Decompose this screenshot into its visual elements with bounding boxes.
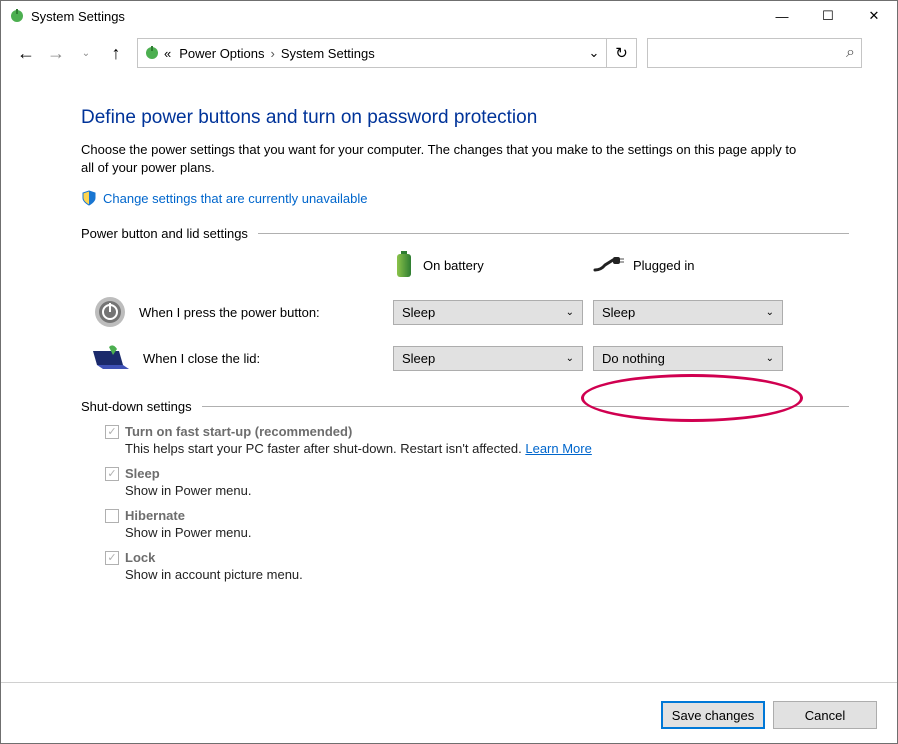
row-label-close-lid: When I close the lid: bbox=[143, 351, 260, 366]
label-hibernate: Hibernate bbox=[125, 508, 185, 523]
dropdown-close-lid-battery[interactable]: Sleep⌄ bbox=[393, 346, 583, 371]
desc-hibernate: Show in Power menu. bbox=[125, 525, 849, 540]
chevron-down-icon: ⌄ bbox=[566, 307, 574, 318]
section-power-button-title: Power button and lid settings bbox=[81, 226, 248, 241]
page-title: Define power buttons and turn on passwor… bbox=[81, 107, 849, 129]
learn-more-link[interactable]: Learn More bbox=[525, 441, 591, 456]
cancel-button[interactable]: Cancel bbox=[773, 701, 877, 729]
shield-icon bbox=[81, 190, 97, 206]
checkbox-fast-startup[interactable]: ✓ bbox=[105, 425, 119, 439]
battery-icon bbox=[393, 251, 415, 279]
dropdown-close-lid-plugged[interactable]: Do nothing⌄ bbox=[593, 346, 783, 371]
save-changes-button[interactable]: Save changes bbox=[661, 701, 765, 729]
dropdown-power-button-plugged[interactable]: Sleep⌄ bbox=[593, 300, 783, 325]
checkbox-lock[interactable]: ✓ bbox=[105, 551, 119, 565]
chevron-right-icon: › bbox=[269, 46, 277, 61]
chevron-down-icon: ⌄ bbox=[766, 353, 774, 364]
refresh-icon: ↻ bbox=[615, 44, 628, 62]
window-title: System Settings bbox=[31, 9, 125, 24]
breadcrumb-icon bbox=[144, 45, 160, 61]
desc-fast-startup: This helps start your PC faster after sh… bbox=[125, 441, 525, 456]
nav-forward-button[interactable]: → bbox=[41, 38, 71, 68]
checkbox-hibernate[interactable] bbox=[105, 509, 119, 523]
section-shutdown-title: Shut-down settings bbox=[81, 399, 192, 414]
chevron-down-icon: ⌄ bbox=[766, 307, 774, 318]
breadcrumb-item-power-options[interactable]: Power Options bbox=[175, 46, 268, 61]
refresh-button[interactable]: ↻ bbox=[607, 38, 637, 68]
label-lock: Lock bbox=[125, 550, 155, 565]
row-label-power-button: When I press the power button: bbox=[139, 305, 320, 320]
change-settings-link[interactable]: Change settings that are currently unava… bbox=[103, 191, 368, 206]
chevron-down-icon: ⌄ bbox=[566, 353, 574, 364]
close-lid-icon bbox=[93, 345, 131, 371]
power-button-icon bbox=[93, 295, 127, 329]
intro-text: Choose the power settings that you want … bbox=[81, 141, 801, 176]
nav-up-button[interactable]: ↑ bbox=[101, 38, 131, 68]
search-icon[interactable]: ⌕ bbox=[846, 44, 855, 62]
breadcrumb-item-system-settings[interactable]: System Settings bbox=[277, 46, 379, 61]
col-header-battery: On battery bbox=[423, 258, 484, 273]
nav-back-button[interactable]: ← bbox=[11, 38, 41, 68]
label-sleep: Sleep bbox=[125, 466, 160, 481]
minimize-button[interactable]: — bbox=[759, 1, 805, 31]
label-fast-startup: Turn on fast start-up (recommended) bbox=[125, 424, 352, 439]
search-input[interactable] bbox=[654, 45, 846, 62]
desc-sleep: Show in Power menu. bbox=[125, 483, 849, 498]
breadcrumb-root-glyph[interactable]: « bbox=[160, 46, 175, 61]
breadcrumb-bar[interactable]: « Power Options › System Settings ⌄ bbox=[137, 38, 607, 68]
col-header-plugged: Plugged in bbox=[633, 258, 694, 273]
dropdown-power-button-battery[interactable]: Sleep⌄ bbox=[393, 300, 583, 325]
plug-icon bbox=[593, 256, 625, 274]
nav-recent-button[interactable]: ⌄ bbox=[71, 38, 101, 68]
search-box[interactable]: ⌕ bbox=[647, 38, 862, 68]
desc-lock: Show in account picture menu. bbox=[125, 567, 849, 582]
close-button[interactable]: ✕ bbox=[851, 1, 897, 31]
maximize-button[interactable]: ☐ bbox=[805, 1, 851, 31]
breadcrumb-dropdown[interactable]: ⌄ bbox=[582, 45, 606, 61]
checkbox-sleep[interactable]: ✓ bbox=[105, 467, 119, 481]
app-icon bbox=[9, 8, 25, 24]
